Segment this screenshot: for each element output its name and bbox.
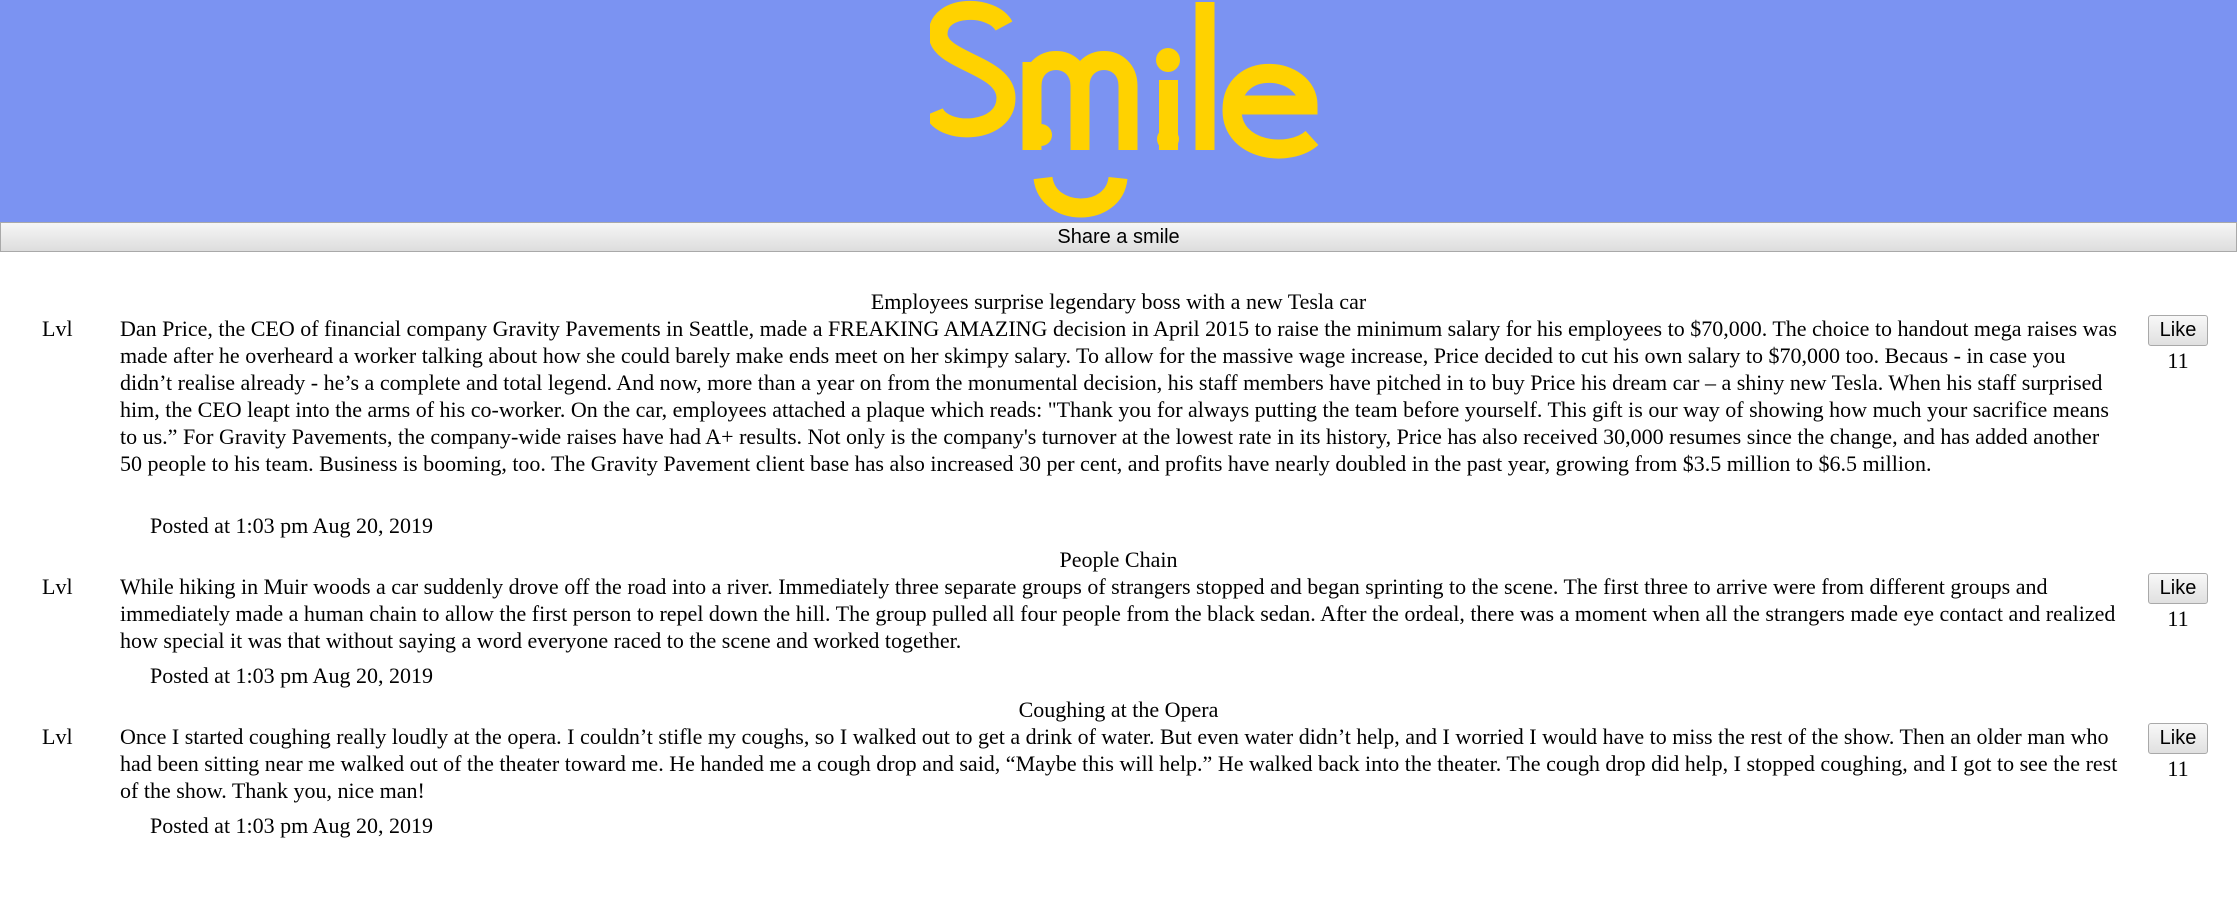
like-count: 11	[2167, 606, 2189, 631]
post-level: Lvl	[42, 574, 73, 599]
post-title: Coughing at the Opera	[1018, 697, 1219, 722]
like-button[interactable]: Like	[2148, 315, 2208, 346]
post-title: Employees surprise legendary boss with a…	[870, 289, 1367, 314]
like-button[interactable]: Like	[2148, 723, 2208, 754]
smile-logo	[930, 0, 1319, 218]
post-timestamp: Posted at 1:03 pm Aug 20, 2019	[150, 513, 433, 538]
post-body: Dan Price, the CEO of financial company …	[120, 316, 2117, 476]
like-button[interactable]: Like	[2148, 573, 2208, 604]
share-smile-button[interactable]: Share a smile	[0, 222, 2237, 252]
post-body: Once I started coughing really loudly at…	[120, 724, 2118, 803]
like-count: 11	[2167, 348, 2189, 373]
post-timestamp: Posted at 1:03 pm Aug 20, 2019	[150, 663, 433, 688]
post-timestamp: Posted at 1:03 pm Aug 20, 2019	[150, 813, 433, 838]
like-count: 11	[2167, 756, 2189, 781]
post-title: People Chain	[1059, 547, 1178, 572]
post-level: Lvl	[42, 724, 73, 749]
site-header	[0, 0, 2237, 222]
post-level: Lvl	[42, 316, 73, 341]
post-body: While hiking in Muir woods a car suddenl…	[120, 574, 2116, 653]
